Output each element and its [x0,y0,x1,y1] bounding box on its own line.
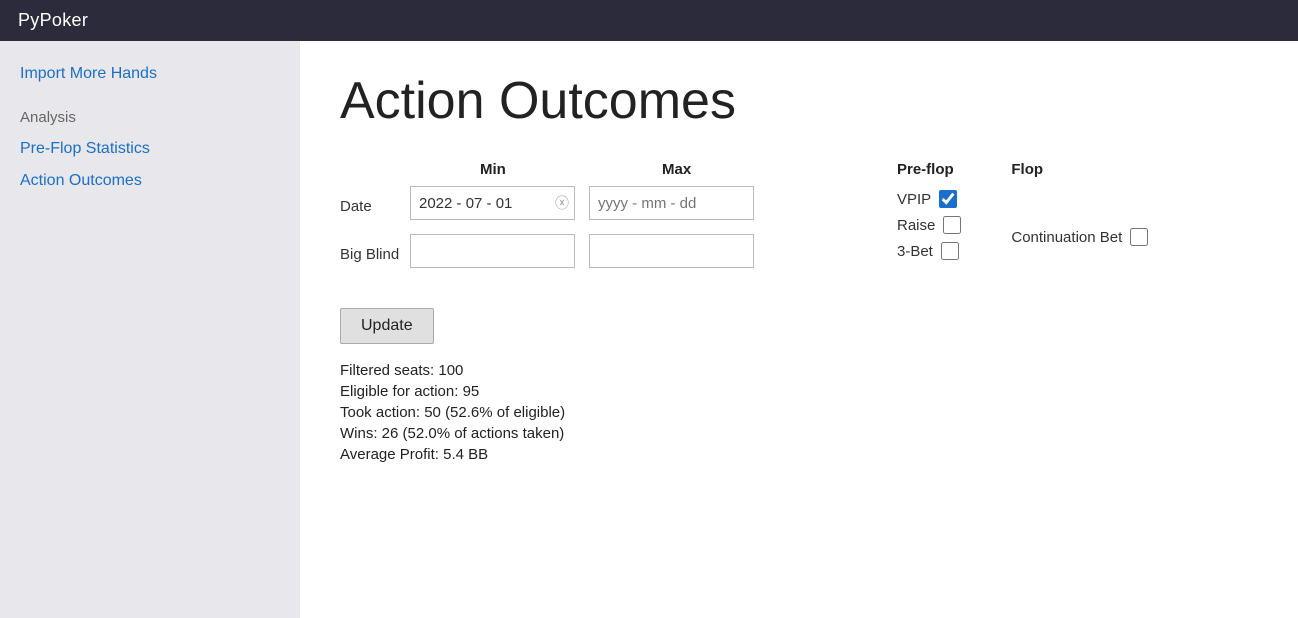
page-title: Action Outcomes [340,71,1258,131]
raise-checkbox[interactable] [943,216,961,234]
preflop-header: Pre-flop [897,161,961,178]
sidebar-item-preflop[interactable]: Pre-Flop Statistics [18,136,282,162]
bigblind-max-input[interactable] [589,234,754,268]
raise-label: Raise [897,217,935,234]
app-title: PyPoker [18,10,88,30]
sidebar-item-import[interactable]: Import More Hands [18,61,282,87]
app-title-bar: PyPoker [0,0,1298,41]
update-button[interactable]: Update [340,308,434,344]
threebet-row: 3-Bet [897,242,961,260]
date-max-input[interactable] [589,186,754,220]
date-min-wrapper: ⓧ [410,186,575,220]
checkboxes-section: Pre-flop VPIP Raise 3-Bet [897,161,1148,260]
contbet-label: Continuation Bet [1011,229,1122,246]
threebet-label: 3-Bet [897,243,933,260]
flop-column: Flop Continuation Bet [1011,161,1148,260]
stat-took-action: Took action: 50 (52.6% of eligible) [340,404,1258,421]
stat-wins: Wins: 26 (52.0% of actions taken) [340,425,1258,442]
stat-eligible: Eligible for action: 95 [340,383,1258,400]
min-header: Min [480,161,650,178]
filter-section: Min Max Date ⓧ Big Blind [340,161,837,278]
contbet-row: Continuation Bet [1011,228,1148,246]
sidebar-section-analysis: Analysis [18,93,282,130]
bigblind-label: Big Blind [340,240,410,263]
sidebar-item-action[interactable]: Action Outcomes [18,168,282,194]
stat-filtered-seats: Filtered seats: 100 [340,362,1258,379]
vpip-checkbox[interactable] [939,190,957,208]
sidebar: Import More Hands Analysis Pre-Flop Stat… [0,41,300,618]
flop-header: Flop [1011,161,1148,178]
bigblind-min-input[interactable] [410,234,575,268]
raise-row: Raise [897,216,961,234]
filter-header-row: Min Max [340,161,837,178]
date-row: Date ⓧ [340,186,837,220]
vpip-row: VPIP [897,190,961,208]
stats-section: Filtered seats: 100 Eligible for action:… [340,362,1258,463]
main-content: Action Outcomes Min Max Date ⓧ [300,41,1298,618]
stat-avg-profit: Average Profit: 5.4 BB [340,446,1258,463]
bigblind-row: Big Blind [340,234,837,268]
contbet-checkbox[interactable] [1130,228,1148,246]
date-min-input[interactable] [410,186,575,220]
date-label: Date [340,192,410,215]
date-min-clear-button[interactable]: ⓧ [555,196,569,210]
vpip-label: VPIP [897,191,931,208]
form-area: Min Max Date ⓧ Big Blind [340,161,1258,278]
layout: Import More Hands Analysis Pre-Flop Stat… [0,41,1298,618]
preflop-column: Pre-flop VPIP Raise 3-Bet [897,161,961,260]
threebet-checkbox[interactable] [941,242,959,260]
max-header: Max [662,161,837,178]
